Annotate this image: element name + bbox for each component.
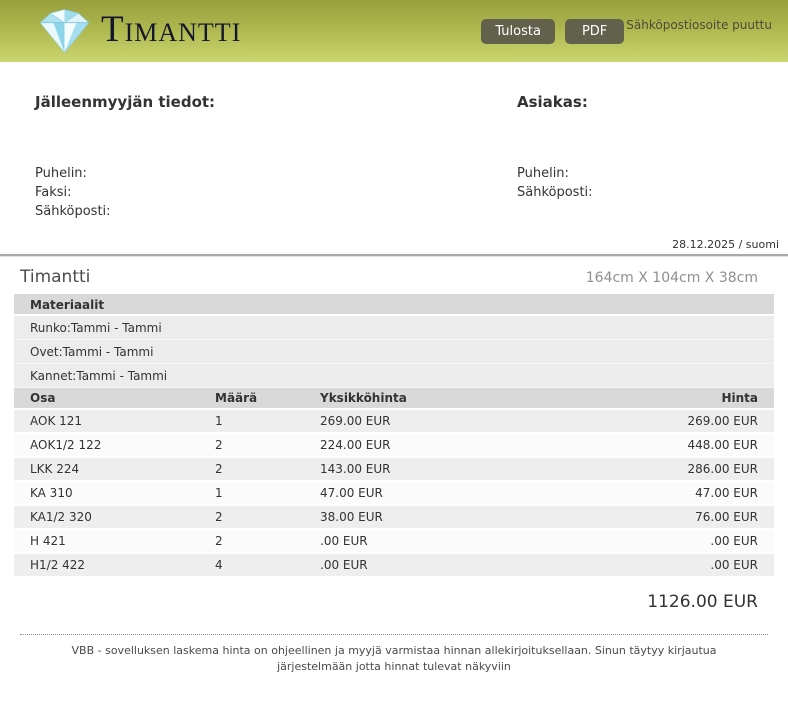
col-header-maara: Määrä [215, 391, 320, 405]
cell-maara: 1 [215, 414, 320, 428]
col-header-osa: Osa [30, 391, 215, 405]
brand: Timantti [36, 7, 241, 55]
table-row: KA 310 1 47.00 EUR 47.00 EUR [14, 482, 774, 506]
table-row: H1/2 422 4 .00 EUR .00 EUR [14, 554, 774, 578]
dealer-email-label: Sähköposti: [35, 202, 517, 221]
app-header: Timantti Tulosta PDF Sähköpostiosoite pu… [0, 0, 788, 62]
brand-title: Timantti [101, 11, 241, 48]
table-row: H 421 2 .00 EUR .00 EUR [14, 530, 774, 554]
material-row-kannet: Kannet:Tammi - Tammi [14, 364, 774, 388]
parts-table-body: AOK 121 1 269.00 EUR 269.00 EUR AOK1/2 1… [14, 410, 774, 578]
customer-phone-label: Puhelin: [517, 164, 774, 183]
product-row: Timantti 164cm X 104cm X 38cm [0, 257, 788, 294]
cell-maara: 2 [215, 534, 320, 548]
cell-maara: 1 [215, 486, 320, 500]
table-row: LKK 224 2 143.00 EUR 286.00 EUR [14, 458, 774, 482]
table-row: AOK1/2 122 2 224.00 EUR 448.00 EUR [14, 434, 774, 458]
cell-osa: H 421 [30, 534, 215, 548]
cell-osa: LKK 224 [30, 462, 215, 476]
cell-hinta: .00 EUR [608, 534, 758, 548]
cell-yksikkohinta: .00 EUR [320, 558, 608, 572]
cell-hinta: 286.00 EUR [608, 462, 758, 476]
customer-title: Asiakas: [517, 93, 774, 111]
cell-maara: 2 [215, 510, 320, 524]
disclaimer-text: VBB - sovelluksen laskema hinta on ohjee… [0, 643, 788, 675]
cell-maara: 4 [215, 558, 320, 572]
col-header-hinta: Hinta [608, 391, 758, 405]
print-button[interactable]: Tulosta [481, 19, 555, 44]
diamond-logo-icon [36, 7, 93, 55]
dealer-labels: Puhelin: Faksi: Sähköposti: [35, 164, 517, 221]
cell-yksikkohinta: 38.00 EUR [320, 510, 608, 524]
materials-header: Materiaalit [14, 294, 774, 316]
cell-hinta: .00 EUR [608, 558, 758, 572]
date-locale: 28.12.2025 / suomi [0, 238, 788, 251]
email-missing-note: Sähköpostiosoite puuttu [626, 18, 772, 32]
material-row-runko: Runko:Tammi - Tammi [14, 316, 774, 340]
cell-yksikkohinta: 269.00 EUR [320, 414, 608, 428]
cell-hinta: 448.00 EUR [608, 438, 758, 452]
cell-hinta: 269.00 EUR [608, 414, 758, 428]
pdf-button[interactable]: PDF [565, 19, 624, 44]
cell-osa: KA 310 [30, 486, 215, 500]
info-section: Jälleenmyyjän tiedot: Puhelin: Faksi: Sä… [0, 93, 788, 221]
product-dimensions: 164cm X 104cm X 38cm [586, 270, 758, 286]
cell-osa: KA1/2 320 [30, 510, 215, 524]
cell-yksikkohinta: 47.00 EUR [320, 486, 608, 500]
dealer-phone-label: Puhelin: [35, 164, 517, 183]
parts-table-header: Osa Määrä Yksikköhinta Hinta [14, 388, 774, 410]
dealer-title: Jälleenmyyjän tiedot: [35, 93, 517, 111]
cell-maara: 2 [215, 438, 320, 452]
product-name: Timantti [20, 267, 90, 287]
cell-yksikkohinta: .00 EUR [320, 534, 608, 548]
total-price: 1126.00 EUR [0, 578, 788, 626]
dealer-info: Jälleenmyyjän tiedot: Puhelin: Faksi: Sä… [14, 93, 517, 221]
table-row: AOK 121 1 269.00 EUR 269.00 EUR [14, 410, 774, 434]
cell-osa: AOK1/2 122 [30, 438, 215, 452]
cell-osa: AOK 121 [30, 414, 215, 428]
table-row: KA1/2 320 2 38.00 EUR 76.00 EUR [14, 506, 774, 530]
footer-divider [20, 634, 768, 635]
header-actions: Tulosta PDF Sähköpostiosoite puuttu [481, 19, 772, 44]
cell-yksikkohinta: 224.00 EUR [320, 438, 608, 452]
customer-info: Asiakas: Puhelin: Sähköposti: [517, 93, 774, 221]
customer-email-label: Sähköposti: [517, 183, 774, 202]
col-header-yksikkohinta: Yksikköhinta [320, 391, 608, 405]
cell-yksikkohinta: 143.00 EUR [320, 462, 608, 476]
cell-osa: H1/2 422 [30, 558, 215, 572]
quote-table: Materiaalit Runko:Tammi - Tammi Ovet:Tam… [14, 294, 774, 578]
dealer-fax-label: Faksi: [35, 183, 517, 202]
cell-hinta: 76.00 EUR [608, 510, 758, 524]
material-row-ovet: Ovet:Tammi - Tammi [14, 340, 774, 364]
cell-hinta: 47.00 EUR [608, 486, 758, 500]
customer-labels: Puhelin: Sähköposti: [517, 164, 774, 202]
cell-maara: 2 [215, 462, 320, 476]
